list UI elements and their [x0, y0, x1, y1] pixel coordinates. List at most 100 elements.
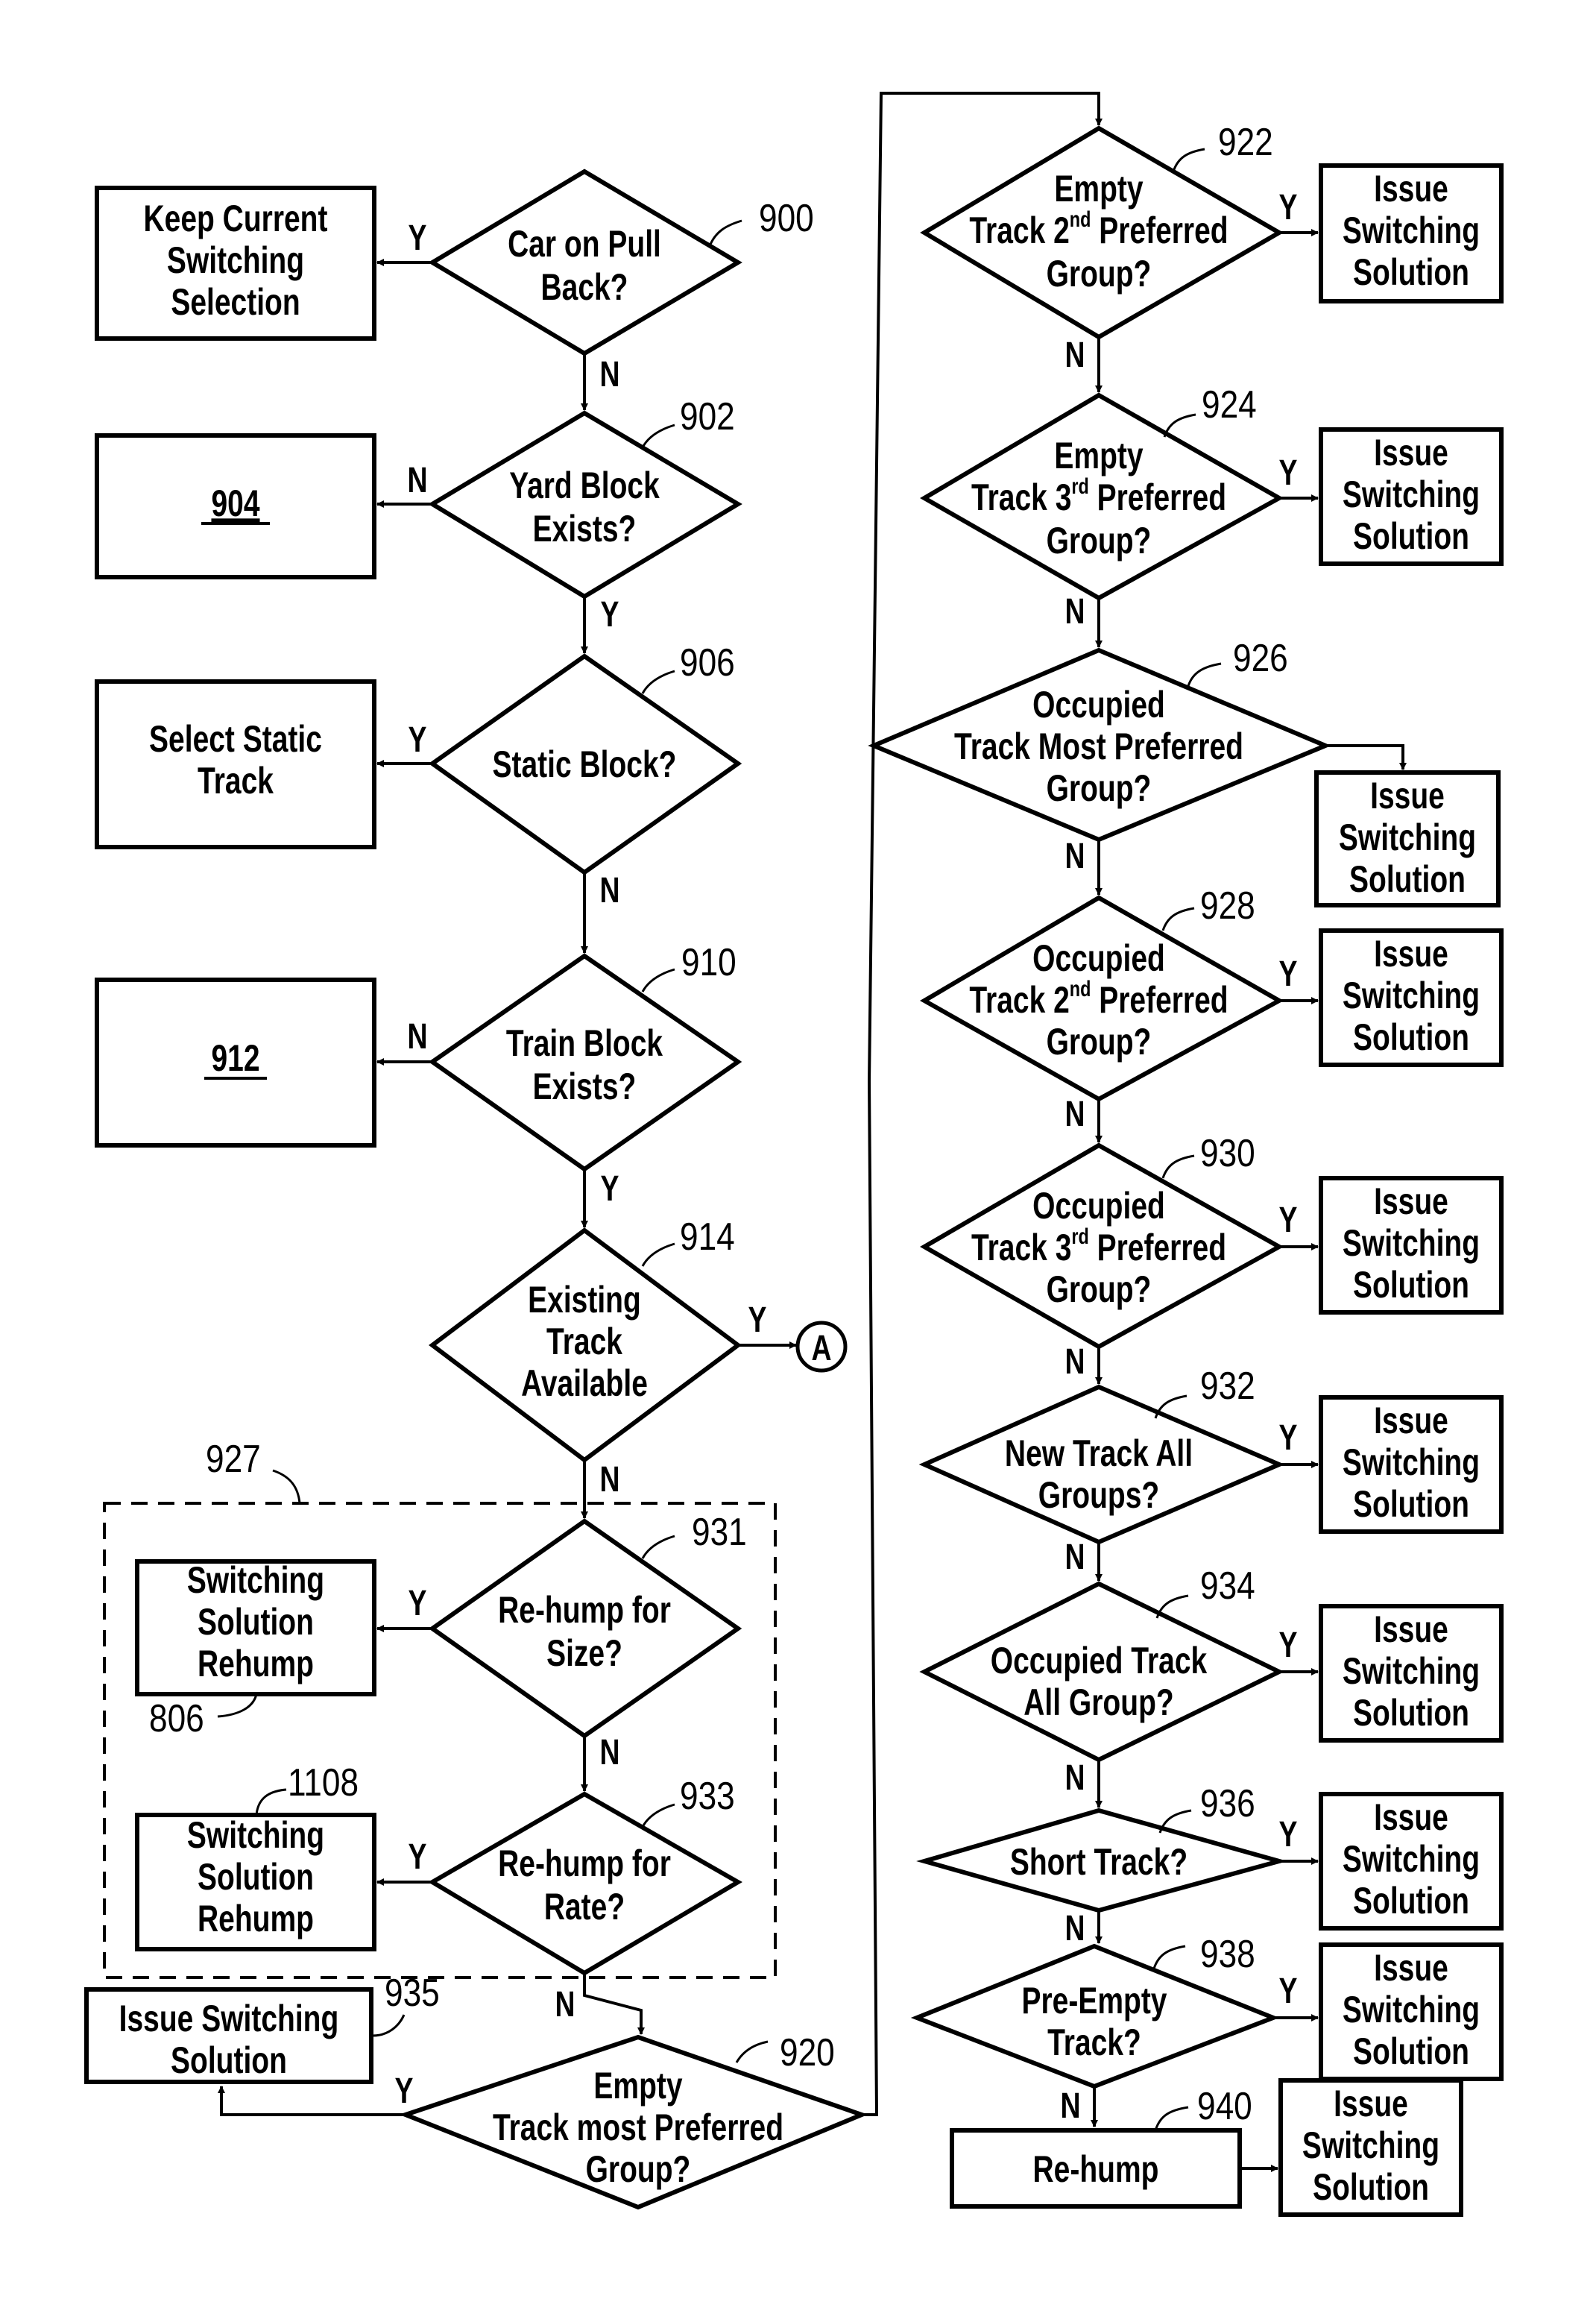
- decision-930-line3: Group?: [1047, 1268, 1152, 1310]
- ref-leader-910: [641, 968, 675, 992]
- ref-932: 932: [1200, 1365, 1255, 1408]
- decision-938-line1: Pre-Empty: [1021, 1979, 1167, 2021]
- ref-leader-922: [1172, 148, 1205, 172]
- decision-914-line3: Available: [521, 1362, 648, 1404]
- issue-box-line3: Solution: [1353, 1691, 1469, 1734]
- issue-box-line2: Switching: [1343, 1988, 1480, 2030]
- process-904-label: 904: [211, 482, 259, 524]
- ref-927: 927: [206, 1438, 261, 1481]
- issue-box-line1: Issue: [1334, 2082, 1408, 2124]
- ref-leader-906: [641, 670, 675, 694]
- decision-930-line2-pre: Track 3: [971, 1226, 1071, 1268]
- issue-box-line3: Solution: [1353, 1482, 1469, 1525]
- decision-926-line3: Group?: [1047, 767, 1152, 809]
- issue-box-932: Issue Switching Solution: [1319, 1395, 1504, 1534]
- ref-935: 935: [385, 1972, 440, 2015]
- process-806-line2: Solution: [198, 1600, 314, 1643]
- edge-label-no: N: [555, 1985, 575, 2025]
- keep-current-line1: Keep Current: [144, 197, 328, 239]
- ref-leader-900: [708, 219, 742, 247]
- issue-box-line1: Issue: [1374, 1399, 1448, 1441]
- edge-label-yes: Y: [409, 218, 427, 259]
- ref-910: 910: [681, 941, 737, 984]
- decision-930-line2-sup: rd: [1071, 1224, 1088, 1248]
- issue-box-line2: Switching: [1343, 1837, 1480, 1880]
- decision-932-line2: Groups?: [1038, 1473, 1159, 1516]
- decision-926: Occupied Track Most Preferred Group? 926: [868, 637, 1331, 843]
- process-806-line1: Switching: [187, 1558, 324, 1601]
- issue-box-line2: Switching: [1343, 209, 1480, 251]
- edge-920-no: [862, 92, 1103, 2116]
- issue-box-line3: Solution: [1353, 2030, 1469, 2072]
- edge-label-yes: Y: [748, 1300, 767, 1341]
- ref-1108: 1108: [288, 1761, 359, 1805]
- decision-928-line3: Group?: [1047, 1020, 1152, 1063]
- decision-931: Re-hump for Size? 931: [428, 1511, 747, 1739]
- edge-label-yes: Y: [601, 1169, 619, 1209]
- keep-current-line2: Switching: [167, 239, 304, 281]
- decision-938: Pre-Empty Track? 938: [910, 1933, 1280, 2089]
- decision-928-line2: Track 2nd Preferred: [969, 976, 1228, 1021]
- decision-922-line1: Empty: [1054, 167, 1143, 210]
- edge-label-no: N: [599, 355, 619, 395]
- issue-box-930: Issue Switching Solution: [1319, 1176, 1504, 1315]
- edge-label-no: N: [407, 461, 427, 501]
- decision-928-line2-post: Preferred: [1091, 978, 1228, 1021]
- decision-932-line1: New Track All: [1005, 1432, 1193, 1474]
- decision-922-line3: Group?: [1047, 252, 1152, 295]
- ref-806: 806: [149, 1697, 204, 1740]
- decision-902-line2: Exists?: [533, 507, 637, 550]
- decision-920-line1: Empty: [593, 2064, 682, 2107]
- decision-936-line1: Short Track?: [1010, 1840, 1187, 1883]
- issue-box-line1: Issue: [1374, 167, 1448, 210]
- ref-leader-933: [641, 1803, 675, 1828]
- edge-label-yes: Y: [1279, 188, 1298, 228]
- edge-label-yes: Y: [395, 2071, 414, 2112]
- edge-label-no: N: [1064, 1538, 1085, 1578]
- ref-leader-927: [272, 1469, 301, 1504]
- ref-924: 924: [1202, 383, 1257, 427]
- decision-931-line2: Size?: [546, 1632, 622, 1674]
- ref-leader-1108: [255, 1788, 287, 1816]
- decision-922-line2-post: Preferred: [1091, 209, 1228, 251]
- issue-box-line3: Solution: [1349, 858, 1466, 900]
- issue-box-928: Issue Switching Solution: [1319, 928, 1504, 1067]
- process-select-static: Select Static Track: [95, 679, 376, 849]
- decision-930-line1: Occupied: [1032, 1184, 1165, 1227]
- decision-932: New Track All Groups? 932: [918, 1365, 1285, 1545]
- keep-current-line3: Selection: [171, 280, 300, 323]
- ref-930: 930: [1200, 1132, 1255, 1175]
- ref-920: 920: [780, 2031, 835, 2074]
- edge-label-no: N: [1064, 1909, 1085, 1949]
- edge-label-no: N: [1064, 1095, 1085, 1135]
- ref-leader-938: [1152, 1945, 1186, 1969]
- issue-box-line1: Issue: [1370, 774, 1445, 817]
- edge-label-no: N: [1064, 1758, 1085, 1799]
- ref-leader-920: [735, 2040, 769, 2063]
- process-935-line2: Solution: [171, 2039, 287, 2081]
- process-1108-line2: Solution: [198, 1855, 314, 1898]
- edge-933-no: [583, 1973, 645, 2035]
- edge-label-no: N: [1064, 336, 1085, 376]
- issue-box-line1: Issue: [1374, 1608, 1448, 1650]
- edge-label-no: N: [407, 1017, 427, 1057]
- decision-930-line2-post: Preferred: [1089, 1226, 1226, 1268]
- issue-box-936: Issue Switching Solution: [1319, 1792, 1504, 1931]
- issue-box-line3: Solution: [1353, 1016, 1469, 1058]
- decision-924-line2-sup: rd: [1071, 473, 1088, 498]
- flowchart: marker path{fill:#000} Car on Pull Back?…: [84, 92, 1504, 2217]
- decision-900: Car on Pull Back? 900: [428, 169, 814, 356]
- ref-leader-928: [1161, 907, 1195, 931]
- ref-leader-930: [1161, 1154, 1195, 1179]
- edge-label-yes: Y: [601, 595, 619, 635]
- edge-label-no: N: [1060, 2086, 1080, 2127]
- decision-936: Short Track? 936: [916, 1782, 1288, 1913]
- issue-box-line1: Issue: [1374, 1180, 1448, 1222]
- decision-928-line2-sup: nd: [1070, 976, 1091, 1001]
- select-static-line2: Track: [198, 759, 274, 802]
- ref-934: 934: [1200, 1564, 1255, 1608]
- edge-label-no: N: [1064, 1342, 1085, 1382]
- edge-920-yes: [218, 2086, 406, 2116]
- decision-914: Existing Track Available 914: [429, 1215, 742, 1463]
- decision-938-line2: Track?: [1047, 2021, 1141, 2063]
